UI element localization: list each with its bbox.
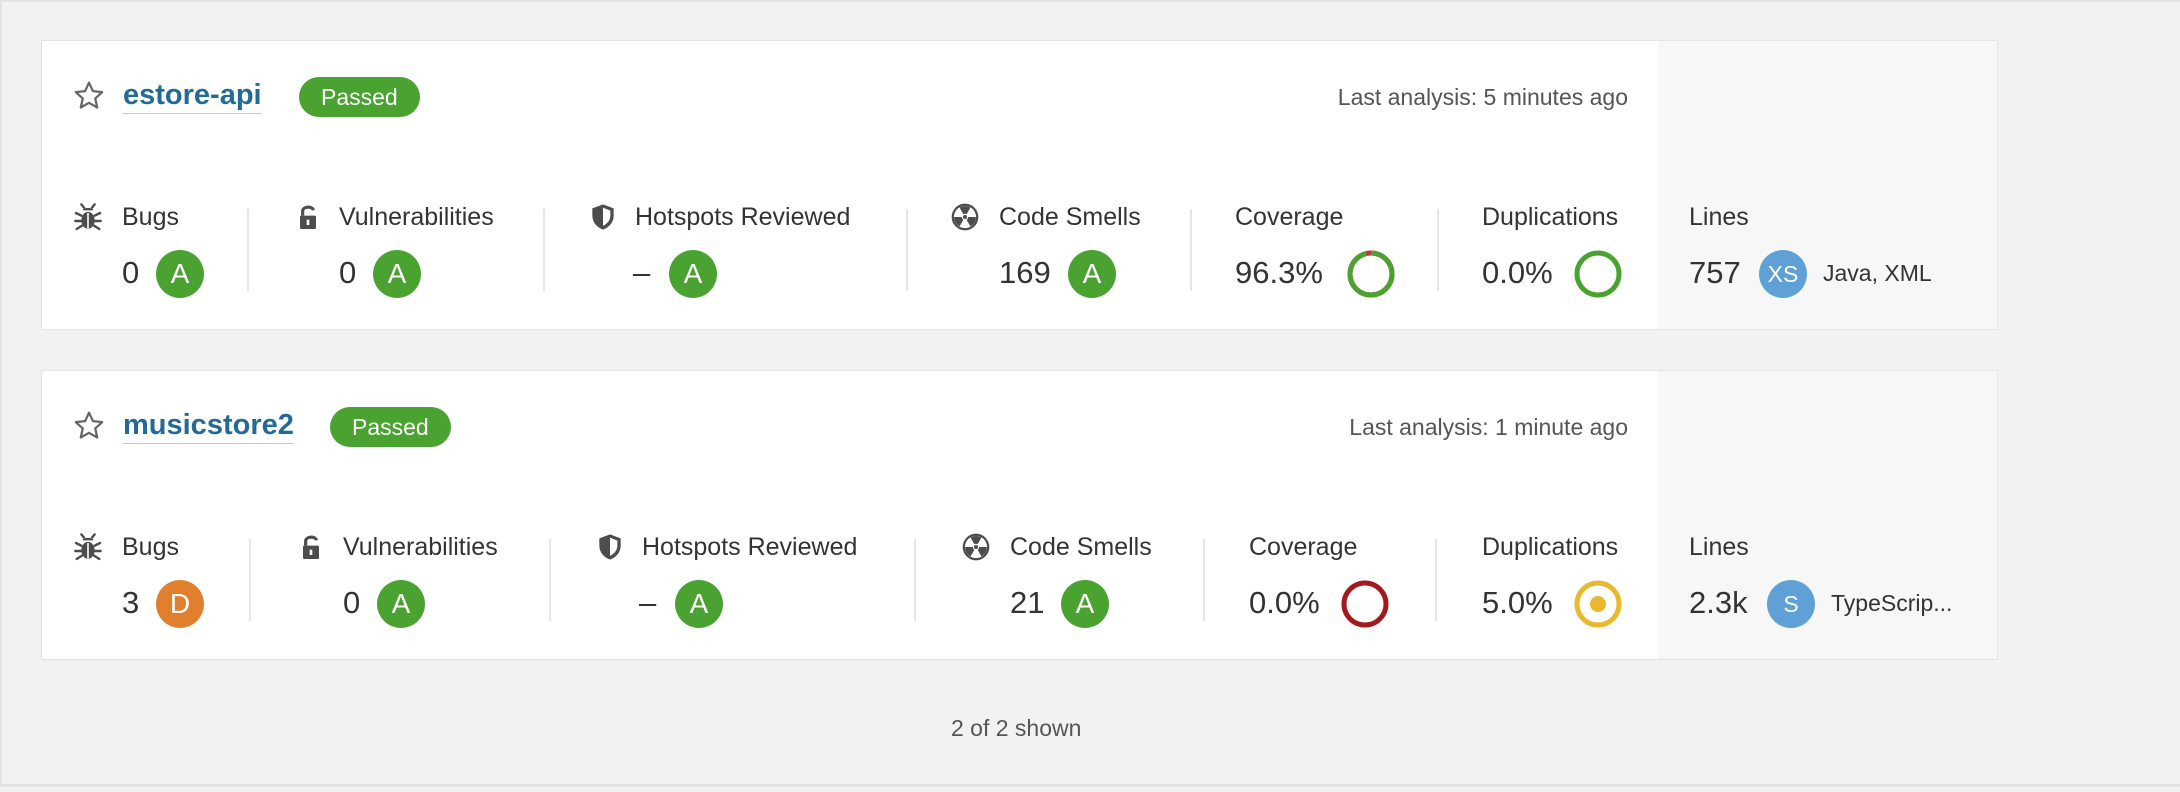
project-card: musicstore2 Passed Last analysis: 1 minu… <box>41 370 1998 660</box>
shield-icon <box>592 204 614 230</box>
metric-divider <box>906 209 908 291</box>
vulnerabilities-label: Vulnerabilities <box>343 533 498 561</box>
lock-icon <box>303 535 319 559</box>
vulnerabilities-value[interactable]: 0 <box>339 251 356 295</box>
bug-icon <box>74 533 102 561</box>
page-bottom-border <box>0 784 2180 787</box>
coverage-label: Coverage <box>1249 533 1358 561</box>
duplications-label: Duplications <box>1482 533 1619 561</box>
lines-value[interactable]: 2.3k <box>1689 581 1748 625</box>
radiation-icon <box>951 203 979 231</box>
hotspots-rating: A <box>669 250 717 298</box>
metric-divider <box>1437 209 1439 291</box>
code-smells-label: Code Smells <box>1010 533 1152 561</box>
project-card: estore-api Passed Last analysis: 5 minut… <box>41 40 1998 330</box>
lines-label: Lines <box>1689 533 1749 561</box>
languages-text: Java, XML <box>1823 260 1932 286</box>
coverage-label: Coverage <box>1235 203 1344 231</box>
star-icon[interactable] <box>72 79 106 113</box>
code-smells-rating: A <box>1061 580 1109 628</box>
code-smells-rating: A <box>1068 250 1116 298</box>
hotspots-label: Hotspots Reviewed <box>642 533 858 561</box>
metric-divider <box>543 209 545 291</box>
bugs-value[interactable]: 0 <box>122 251 139 295</box>
lines-panel: Lines 2.3k S TypeScrip... <box>1658 371 1997 659</box>
hotspots-value[interactable]: – <box>633 251 650 295</box>
code-smells-value[interactable]: 21 <box>1010 581 1044 625</box>
metric-divider <box>549 539 551 621</box>
project-name-link[interactable]: musicstore2 <box>123 407 294 444</box>
radiation-icon <box>962 533 990 561</box>
metric-divider <box>1203 539 1205 621</box>
quality-gate-badge: Passed <box>330 407 451 447</box>
bugs-value[interactable]: 3 <box>122 581 139 625</box>
star-icon[interactable] <box>72 409 106 443</box>
duplications-value[interactable]: 0.0% <box>1482 251 1553 295</box>
last-analysis-text: Last analysis: 5 minutes ago <box>1337 84 1628 110</box>
vulnerabilities-value[interactable]: 0 <box>343 581 360 625</box>
languages-text: TypeScrip... <box>1831 590 1953 616</box>
shield-icon <box>599 534 621 560</box>
coverage-value[interactable]: 0.0% <box>1249 581 1320 625</box>
page-top-border <box>0 0 2180 2</box>
metric-divider <box>914 539 916 621</box>
duplications-gauge <box>1574 580 1622 628</box>
vulnerabilities-label: Vulnerabilities <box>339 203 494 231</box>
duplications-value[interactable]: 5.0% <box>1482 581 1553 625</box>
lines-value[interactable]: 757 <box>1689 251 1741 295</box>
bugs-rating: A <box>156 250 204 298</box>
metric-divider <box>247 209 249 291</box>
results-count-text: 2 of 2 shown <box>951 715 1082 741</box>
hotspots-label: Hotspots Reviewed <box>635 203 851 231</box>
lines-label: Lines <box>1689 203 1749 231</box>
code-smells-label: Code Smells <box>999 203 1141 231</box>
code-smells-value[interactable]: 169 <box>999 251 1051 295</box>
bugs-label: Bugs <box>122 203 179 231</box>
hotspots-value[interactable]: – <box>639 581 656 625</box>
coverage-value[interactable]: 96.3% <box>1235 251 1323 295</box>
bugs-label: Bugs <box>122 533 179 561</box>
metric-divider <box>1435 539 1437 621</box>
duplications-label: Duplications <box>1482 203 1619 231</box>
page-left-border <box>0 0 2 786</box>
lock-icon <box>300 205 316 229</box>
bugs-rating: D <box>156 580 204 628</box>
coverage-gauge <box>1341 580 1389 628</box>
hotspots-rating: A <box>675 580 723 628</box>
vulnerabilities-rating: A <box>377 580 425 628</box>
coverage-gauge <box>1347 250 1395 298</box>
vulnerabilities-rating: A <box>373 250 421 298</box>
bug-icon <box>74 203 102 231</box>
metric-divider <box>1190 209 1192 291</box>
size-rating-badge: S <box>1767 580 1815 628</box>
lines-panel: Lines 757 XS Java, XML <box>1658 41 1997 329</box>
project-name-link[interactable]: estore-api <box>123 77 262 114</box>
quality-gate-badge: Passed <box>299 77 420 117</box>
metric-divider <box>249 539 251 621</box>
size-rating-badge: XS <box>1759 250 1807 298</box>
last-analysis-text: Last analysis: 1 minute ago <box>1349 414 1628 440</box>
duplications-gauge <box>1574 250 1622 298</box>
